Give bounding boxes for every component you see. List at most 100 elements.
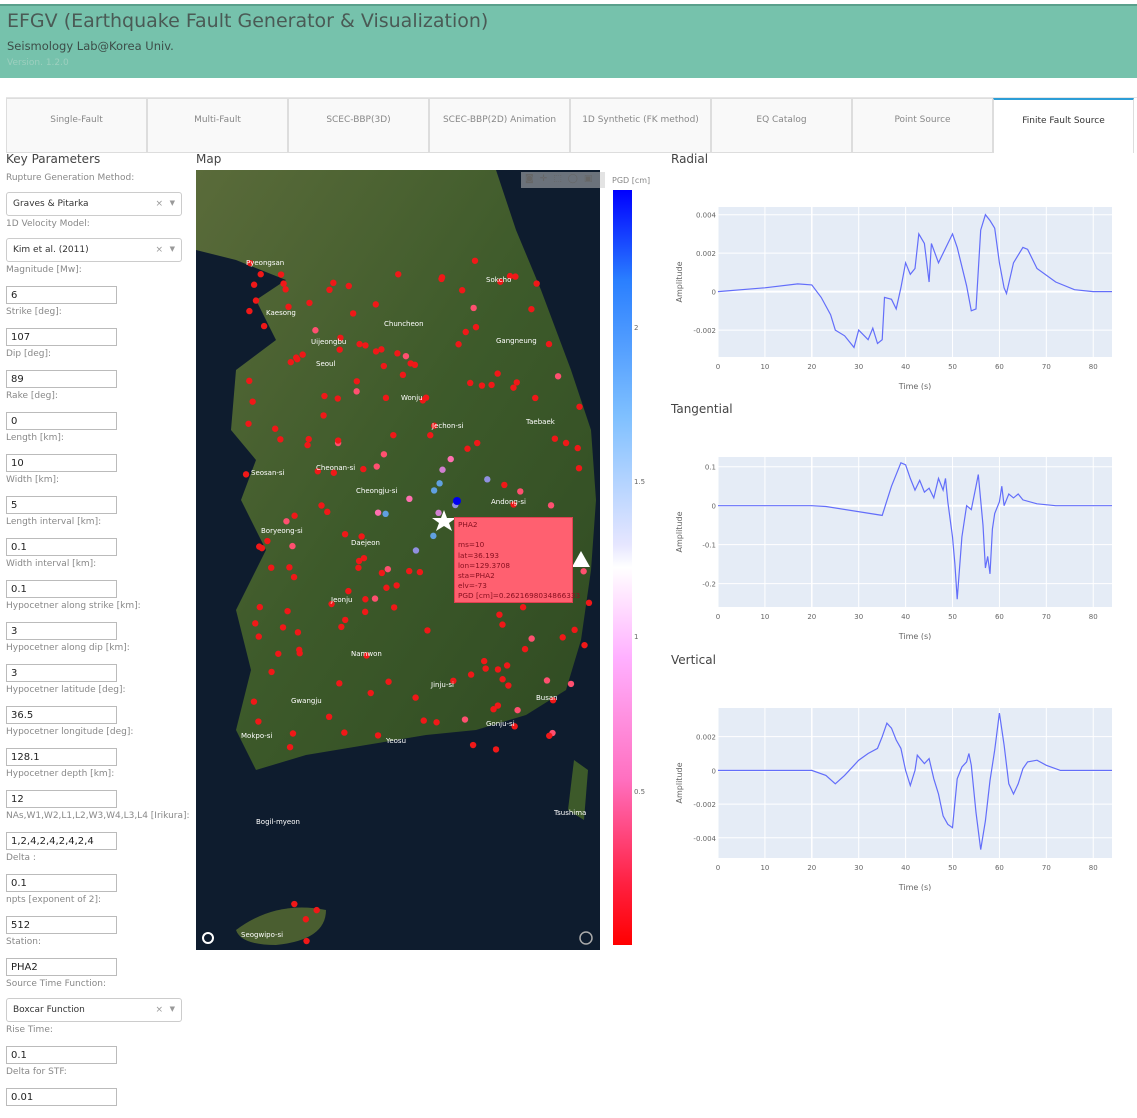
station-marker[interactable] <box>464 445 471 452</box>
station-marker[interactable] <box>303 937 310 945</box>
station-marker[interactable] <box>430 532 437 540</box>
station-marker[interactable] <box>382 510 389 518</box>
station-marker[interactable] <box>367 689 374 697</box>
station-marker[interactable] <box>575 464 583 472</box>
station-marker[interactable] <box>341 729 348 736</box>
station-marker[interactable] <box>321 392 328 400</box>
radial-chart[interactable]: 0 10 20 30 40 50 60 70 80 -0.002 0 0.002 0.004 Time (… <box>670 190 1120 390</box>
station-marker[interactable] <box>283 518 290 525</box>
station-marker[interactable] <box>371 595 379 602</box>
station-marker[interactable] <box>433 719 440 726</box>
clear-icon[interactable]: × <box>155 1005 163 1015</box>
tangential-chart[interactable]: 0 10 20 30 40 50 60 70 80 -0.2 -0.1 0 0.1 Time (s) Amp… <box>670 440 1120 640</box>
station-marker[interactable] <box>320 412 327 419</box>
station-marker[interactable] <box>255 633 262 640</box>
clear-icon[interactable]: × <box>155 245 163 255</box>
station-marker[interactable] <box>462 328 469 336</box>
station-marker[interactable] <box>291 512 298 519</box>
station-marker[interactable] <box>378 346 385 353</box>
station-marker[interactable] <box>545 340 553 348</box>
station-marker[interactable] <box>380 451 388 458</box>
station-marker[interactable] <box>304 441 311 449</box>
station-marker[interactable] <box>275 650 282 657</box>
tab-eq-catalog[interactable]: EQ Catalog <box>711 98 852 153</box>
station-marker[interactable] <box>245 420 252 427</box>
station-marker[interactable] <box>249 398 256 405</box>
station-marker[interactable] <box>395 271 402 278</box>
station-marker[interactable] <box>480 657 488 665</box>
station-marker[interactable] <box>574 444 581 452</box>
station-marker[interactable] <box>528 305 535 313</box>
station-marker[interactable] <box>521 645 529 653</box>
station-marker[interactable] <box>312 327 319 334</box>
select-dropdown[interactable]: Graves & Pitarka × ▼ <box>6 192 182 216</box>
station-marker[interactable] <box>496 611 503 618</box>
station-marker[interactable] <box>355 564 362 571</box>
station-marker[interactable] <box>547 502 555 509</box>
station-marker[interactable] <box>264 537 271 545</box>
station-marker[interactable] <box>562 439 570 447</box>
param-input[interactable]: 0.1 <box>6 538 117 556</box>
station-marker[interactable] <box>543 677 551 684</box>
station-marker[interactable] <box>313 906 320 914</box>
station-marker[interactable] <box>427 432 434 439</box>
station-marker[interactable] <box>294 629 302 636</box>
station-marker[interactable] <box>255 718 262 725</box>
station-marker[interactable] <box>412 694 419 701</box>
station-marker[interactable] <box>505 682 512 689</box>
station-marker[interactable] <box>250 698 258 705</box>
station-marker[interactable] <box>461 716 469 723</box>
station-marker[interactable] <box>287 358 294 366</box>
param-input[interactable]: 0.1 <box>6 874 117 892</box>
station-marker[interactable] <box>362 342 369 349</box>
station-marker[interactable] <box>345 282 353 290</box>
station-marker[interactable] <box>532 394 539 402</box>
param-input[interactable]: PHA2 <box>6 958 117 976</box>
chevron-down-icon[interactable]: ▼ <box>170 245 175 253</box>
pan-icon[interactable]: ✛ <box>540 174 548 186</box>
param-input[interactable]: 12 <box>6 790 117 808</box>
station-marker[interactable] <box>585 599 593 607</box>
station-marker[interactable] <box>336 346 343 353</box>
station-marker[interactable] <box>246 377 253 385</box>
param-input[interactable]: 107 <box>6 328 117 346</box>
station-marker[interactable] <box>528 635 535 642</box>
station-marker[interactable] <box>380 362 388 370</box>
station-marker[interactable] <box>296 650 303 657</box>
station-marker[interactable] <box>472 323 480 331</box>
station-marker[interactable] <box>581 641 588 649</box>
station-marker[interactable] <box>411 361 419 369</box>
station-marker[interactable] <box>342 616 349 624</box>
station-marker[interactable] <box>439 466 446 473</box>
param-input[interactable]: 128.1 <box>6 748 117 766</box>
param-input[interactable]: 6 <box>6 286 117 304</box>
station-marker[interactable] <box>252 620 259 627</box>
station-marker[interactable] <box>467 379 474 387</box>
station-marker[interactable] <box>341 530 349 538</box>
reset-icon[interactable]: ▣ <box>584 174 593 186</box>
station-marker[interactable] <box>277 436 284 443</box>
station-marker[interactable] <box>268 668 275 676</box>
station-marker[interactable] <box>470 304 477 312</box>
param-input[interactable]: 3 <box>6 664 117 682</box>
station-marker[interactable] <box>362 596 369 603</box>
station-marker[interactable] <box>330 279 337 287</box>
station-marker[interactable] <box>326 286 333 294</box>
station-marker[interactable] <box>353 378 361 385</box>
station-marker[interactable] <box>374 732 382 739</box>
station-marker[interactable] <box>345 587 352 595</box>
station-marker[interactable] <box>580 568 587 575</box>
station-marker[interactable] <box>424 627 431 634</box>
param-input[interactable]: 5 <box>6 496 117 514</box>
station-marker[interactable] <box>252 297 260 304</box>
station-marker[interactable] <box>294 355 301 363</box>
station-marker[interactable] <box>353 388 360 395</box>
station-marker[interactable] <box>279 624 287 631</box>
station-marker[interactable] <box>503 662 511 669</box>
station-marker[interactable] <box>471 257 479 264</box>
tab-finite-fault-source[interactable]: Finite Fault Source <box>993 98 1134 153</box>
station-marker[interactable] <box>438 275 445 283</box>
station-marker[interactable] <box>302 916 310 923</box>
station-marker[interactable] <box>406 495 413 503</box>
station-marker[interactable] <box>533 280 540 287</box>
